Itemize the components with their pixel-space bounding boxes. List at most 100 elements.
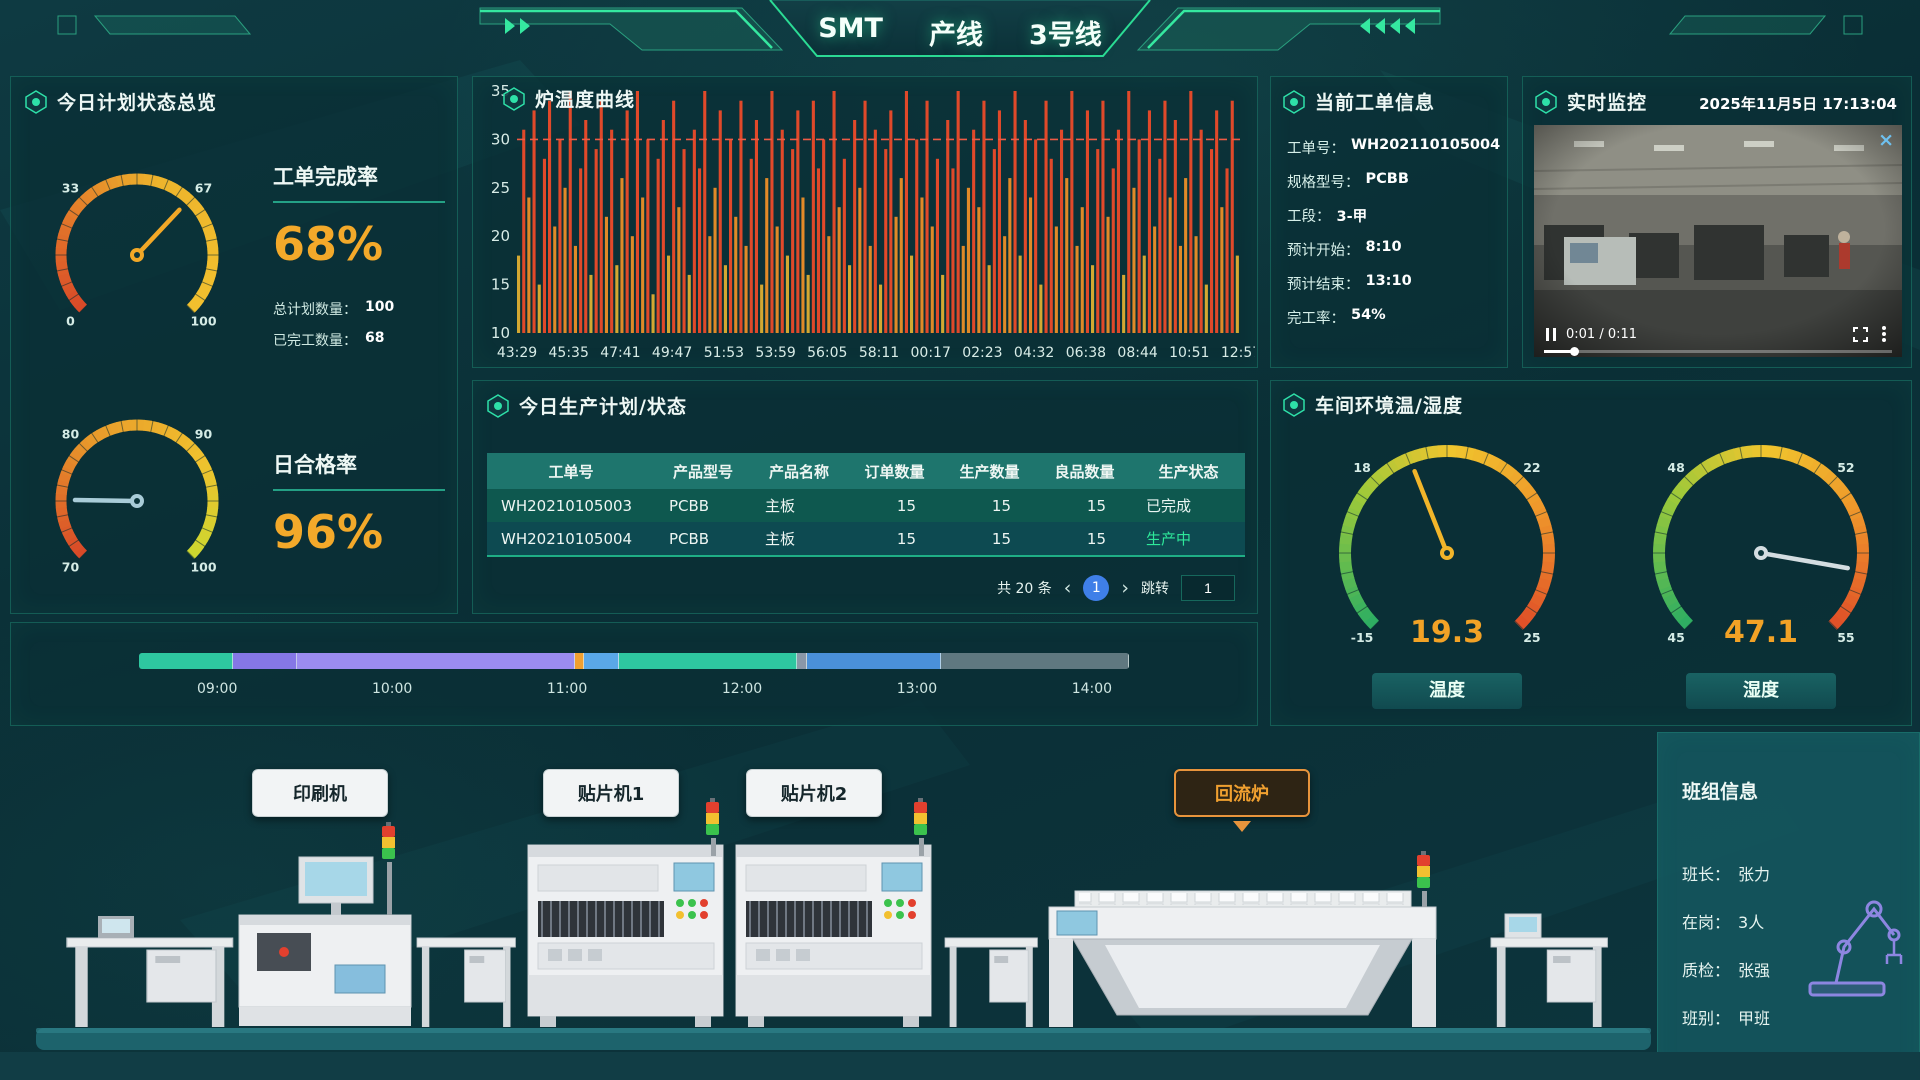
dashboard-stage: SMT 产线 3号线 今日计划状态总览 03367100 工单完成率 68% 总… <box>0 0 1920 1080</box>
temperature-value: 19.3 <box>1287 615 1607 650</box>
svg-text:45:35: 45:35 <box>549 345 589 361</box>
svg-text:33: 33 <box>62 181 79 196</box>
timeline-time-label: 12:00 <box>722 681 762 697</box>
next-page-button[interactable]: › <box>1121 577 1129 599</box>
timeline-segment <box>619 653 797 669</box>
completion-label: 工单完成率 <box>273 161 445 203</box>
svg-text:08:44: 08:44 <box>1117 345 1157 361</box>
panel-hex-icon <box>1535 90 1557 114</box>
datetime-display: 2025年11月5日 17:13:04 <box>1699 93 1897 114</box>
video-player[interactable]: 0:01 / 0:11 × <box>1534 125 1902 357</box>
svg-text:22: 22 <box>1523 460 1540 475</box>
svg-text:58:11: 58:11 <box>859 345 899 361</box>
plan-panel-title: 今日计划状态总览 <box>57 88 217 115</box>
field-value: 54% <box>1351 307 1386 328</box>
work-order-title: 当前工单信息 <box>1315 88 1435 115</box>
production-table: 工单号 产品型号 产品名称 订单数量 生产数量 良品数量 生产状态 WH2021… <box>487 453 1245 557</box>
panel-hex-icon <box>503 87 525 111</box>
page-number-button[interactable]: 1 <box>1083 575 1109 601</box>
col-header: 产品名称 <box>751 461 847 482</box>
svg-text:18: 18 <box>1353 460 1370 475</box>
machine-button-printer[interactable]: 印刷机 <box>252 769 388 817</box>
col-header: 良品数量 <box>1037 461 1132 482</box>
svg-text:70: 70 <box>62 560 80 575</box>
pass-rate-gauge: 708090100 <box>21 403 253 589</box>
field-label: 预计开始： <box>1287 239 1360 260</box>
monitor-title: 实时监控 <box>1567 88 1647 115</box>
col-header: 工单号 <box>487 461 655 482</box>
cell-status: 已完成 <box>1132 495 1245 516</box>
col-header: 订单数量 <box>847 461 942 482</box>
completion-stats: 总计划数量：100 已完工数量：68 <box>273 299 394 361</box>
production-table-title: 今日生产计划/状态 <box>519 392 687 419</box>
field-label: 完工率： <box>1287 307 1345 328</box>
cell-order-no: WH20210105004 <box>487 530 655 548</box>
completion-gauge: 03367100 <box>21 157 253 343</box>
timeline-bar <box>139 653 1129 669</box>
svg-text:20: 20 <box>491 227 510 245</box>
col-header: 生产数量 <box>942 461 1037 482</box>
pagination-total: 共 20 条 <box>997 578 1052 598</box>
svg-text:49:47: 49:47 <box>652 345 692 361</box>
timeline-segment <box>297 653 574 669</box>
svg-text:90: 90 <box>195 427 213 442</box>
field-value: 8:10 <box>1366 239 1402 260</box>
svg-text:12:57: 12:57 <box>1221 345 1255 361</box>
timeline-segment <box>941 653 1129 669</box>
furnace-chart-title: 炉温度曲线 <box>535 85 635 112</box>
svg-text:06:38: 06:38 <box>1066 345 1106 361</box>
cell-model: PCBB <box>655 497 751 515</box>
placement-machine-1 <box>528 845 723 1027</box>
placement-machine-2 <box>736 845 931 1027</box>
pause-icon[interactable] <box>1546 328 1556 341</box>
panel-hex-icon <box>1283 393 1305 417</box>
cell-model: PCBB <box>655 530 751 548</box>
more-options-icon[interactable] <box>1882 332 1886 336</box>
cell-good-qty: 15 <box>1037 497 1132 515</box>
svg-text:00:17: 00:17 <box>911 345 951 361</box>
oven-pointer-icon <box>1233 821 1251 832</box>
fullscreen-icon[interactable] <box>1853 327 1868 342</box>
col-header: 生产状态 <box>1132 461 1245 482</box>
machine-button-placer2[interactable]: 贴片机2 <box>746 769 882 817</box>
jump-page-input[interactable] <box>1181 575 1235 601</box>
svg-text:0: 0 <box>66 314 75 329</box>
cell-order-no: WH20210105003 <box>487 497 655 515</box>
cell-status: 生产中 <box>1132 528 1245 549</box>
cell-name: 主板 <box>751 495 847 516</box>
stat-label: 已完工数量： <box>273 330 357 350</box>
panel-hex-icon <box>25 90 47 114</box>
timeline-segment <box>797 653 807 669</box>
printer-machine <box>239 857 411 1026</box>
page-title: SMT 产线 3号线 <box>818 13 1102 52</box>
timeline-segment <box>139 653 233 669</box>
col-header: 产品型号 <box>655 461 751 482</box>
table-header-row: 工单号 产品型号 产品名称 订单数量 生产数量 良品数量 生产状态 <box>487 453 1245 489</box>
pass-rate-label: 日合格率 <box>273 449 445 491</box>
cell-good-qty: 15 <box>1037 530 1132 548</box>
stat-value: 68 <box>365 330 384 350</box>
timeline-segment <box>584 653 619 669</box>
furnace-chart-panel: 炉温度曲线 10152025303543:2945:3547:4149:4751… <box>472 76 1258 368</box>
prev-page-button[interactable]: ‹ <box>1064 577 1072 599</box>
svg-text:10: 10 <box>491 324 510 342</box>
close-icon[interactable]: × <box>1878 129 1894 151</box>
completion-value: 68% <box>273 217 383 271</box>
machine-button-placer1[interactable]: 贴片机1 <box>543 769 679 817</box>
pagination: 共 20 条 ‹ 1 › 跳转 <box>997 575 1235 601</box>
machine-button-reflow-oven[interactable]: 回流炉 <box>1174 769 1310 817</box>
svg-text:67: 67 <box>195 181 212 196</box>
title-part-smt: SMT <box>818 13 883 52</box>
video-controls: 0:01 / 0:11 <box>1534 321 1902 347</box>
field-label: 规格型号： <box>1287 171 1360 192</box>
video-progress-fill <box>1544 350 1575 353</box>
video-progress-bar[interactable] <box>1544 350 1892 353</box>
cell-name: 主板 <box>751 528 847 549</box>
field-value: WH202110105004 <box>1351 137 1500 158</box>
field-value: 3-甲 <box>1337 205 1368 226</box>
svg-text:52: 52 <box>1837 460 1854 475</box>
timeline-time-label: 10:00 <box>372 681 412 697</box>
jump-label: 跳转 <box>1141 578 1169 598</box>
field-value: 13:10 <box>1366 273 1412 294</box>
svg-text:02:23: 02:23 <box>962 345 1002 361</box>
